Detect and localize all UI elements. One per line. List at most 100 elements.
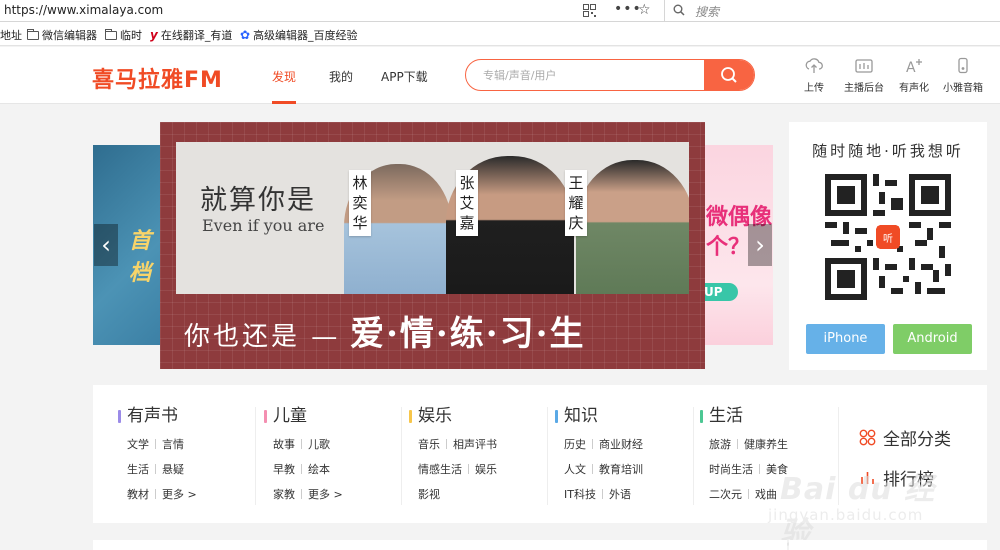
person-name-tag: 张艾嘉 — [456, 170, 478, 236]
bookmark-label: 微信编辑器 — [42, 29, 97, 42]
category-title-text: 娱乐 — [418, 406, 452, 426]
category-color-bar — [264, 410, 267, 423]
android-download-button[interactable]: Android — [893, 324, 972, 354]
subcategory-link[interactable]: 健康养生 — [744, 438, 788, 451]
subcategory-link[interactable]: 娱乐 — [475, 463, 497, 476]
subcategory-link[interactable]: 教材 — [127, 488, 149, 501]
anchor-dashboard-tool[interactable]: 主播后台 — [836, 57, 892, 94]
subcategory-link[interactable]: 儿歌 — [308, 438, 330, 451]
logo[interactable]: 喜马拉雅FM — [92, 62, 223, 94]
upload-tool[interactable]: 上传 — [786, 57, 842, 94]
subcategory-link[interactable]: 情感生活 — [418, 463, 462, 476]
category-row: 教材 更多 > — [118, 488, 263, 502]
column-divider — [693, 407, 694, 505]
ranking-link[interactable]: 排行榜 — [859, 465, 934, 490]
carousel-next-arrow[interactable]: › — [748, 224, 772, 266]
next-section-card — [789, 540, 987, 550]
browser-search-box[interactable]: 搜索 — [664, 0, 1000, 21]
category-title[interactable]: 知识 — [555, 405, 700, 427]
subcategory-link[interactable]: 音乐 — [418, 438, 440, 451]
side-link-label: 排行榜 — [883, 470, 934, 490]
all-categories-link[interactable]: 全部分类 — [859, 425, 951, 450]
category-entertainment: 娱乐 音乐 相声评书 情感生活 娱乐 影视 — [409, 405, 554, 502]
more-link[interactable]: 更多 > — [308, 488, 343, 501]
subcategory-link[interactable]: 美食 — [766, 463, 788, 476]
subcategory-link[interactable]: 影视 — [418, 488, 440, 501]
banner-photo: 就算你是 Even if you are 林奕华 张艾嘉 王耀庆 — [176, 142, 689, 294]
bookmark-item[interactable]: y 在线翻译_有道 — [150, 27, 232, 43]
bookmark-item[interactable]: ✿ 高级编辑器_百度经验 — [240, 27, 358, 43]
nav-app-download[interactable]: APP下载 — [381, 68, 428, 85]
subcategory-link[interactable]: 历史 — [564, 438, 586, 451]
subcategory-link[interactable]: IT科技 — [564, 488, 596, 501]
subcategory-link[interactable]: 言情 — [162, 438, 184, 451]
upload-cloud-icon — [805, 58, 823, 73]
category-title[interactable]: 儿童 — [264, 405, 409, 427]
category-row: 早教 绘本 — [264, 463, 409, 477]
category-row: 二次元 戏曲 — [700, 488, 845, 502]
subcategory-link[interactable]: 悬疑 — [162, 463, 184, 476]
text-to-audio-icon: A — [906, 59, 922, 75]
category-title[interactable]: 娱乐 — [409, 405, 554, 427]
column-divider — [255, 407, 256, 505]
category-row: 历史 商业财经 — [555, 438, 700, 452]
folder-icon — [105, 28, 117, 40]
category-title-text: 知识 — [564, 406, 598, 426]
subcategory-link[interactable]: 早教 — [273, 463, 295, 476]
subcategory-link[interactable]: 相声评书 — [453, 438, 497, 451]
category-title-text: 有声书 — [127, 406, 178, 426]
subcategory-link[interactable]: 家教 — [273, 488, 295, 501]
subcategory-link[interactable]: 生活 — [127, 463, 149, 476]
subcategory-link[interactable]: 戏曲 — [755, 488, 777, 501]
category-title[interactable]: 生活 — [700, 405, 845, 427]
bookmarks-bar: 地址 微信编辑器 临时 y 在线翻译_有道 ✿ 高级编辑器_百度经验 — [0, 22, 1000, 46]
android-label: Android — [907, 331, 958, 346]
bookmark-item[interactable]: 地址 — [0, 27, 22, 43]
bookmark-label: 地址 — [0, 29, 22, 42]
app-download-card: 随时随地·听我想听 听 iPhone Android — [789, 122, 987, 370]
subcategory-link[interactable]: 商业财经 — [599, 438, 643, 451]
ios-label: iPhone — [823, 331, 868, 346]
speaker-tool[interactable]: 小雅音箱 — [935, 57, 991, 94]
subcategory-link[interactable]: 教育培训 — [599, 463, 643, 476]
address-field[interactable]: https://www.ximalaya.com — [4, 3, 163, 17]
search-icon — [673, 4, 685, 16]
category-color-bar — [700, 410, 703, 423]
category-row: 生活 悬疑 — [118, 463, 263, 477]
banner-subline: Even if you are — [202, 216, 325, 235]
tool-label: 主播后台 — [844, 83, 884, 94]
active-nav-indicator — [272, 101, 296, 104]
subcategory-link[interactable]: 绘本 — [308, 463, 330, 476]
category-row: IT科技 外语 — [555, 488, 700, 502]
subcategory-link[interactable]: 旅游 — [709, 438, 731, 451]
column-divider — [401, 407, 402, 505]
subcategory-link[interactable]: 文学 — [127, 438, 149, 451]
rank-icon — [861, 472, 874, 484]
carousel-prev-arrow[interactable]: ‹ — [94, 224, 118, 266]
bookmark-star-icon[interactable]: ☆ — [638, 2, 651, 18]
category-kids: 儿童 故事 儿歌 早教 绘本 家教 更多 > — [264, 405, 409, 502]
subcategory-link[interactable]: 二次元 — [709, 488, 742, 501]
more-link[interactable]: 更多 > — [162, 488, 197, 501]
subcategory-link[interactable]: 外语 — [609, 488, 631, 501]
nav-mine[interactable]: 我的 — [329, 68, 353, 85]
search-icon — [721, 67, 737, 83]
nav-discover[interactable]: 发现 — [272, 68, 296, 85]
tool-label: 小雅音箱 — [943, 83, 983, 94]
site-search-input[interactable] — [466, 60, 706, 90]
subcategory-link[interactable]: 故事 — [273, 438, 295, 451]
banner-main-slide[interactable]: 就算你是 Even if you are 林奕华 张艾嘉 王耀庆 你也还是 — … — [160, 122, 705, 369]
bookmark-label: 高级编辑器_百度经验 — [253, 29, 358, 42]
category-knowledge: 知识 历史 商业财经 人文 教育培训 IT科技 外语 — [555, 405, 700, 502]
bookmark-item[interactable]: 临时 — [105, 27, 142, 43]
qr-code-icon[interactable] — [583, 4, 596, 17]
tool-label: 上传 — [804, 83, 824, 94]
browser-url-bar: https://www.ximalaya.com ••• ☆ 搜索 — [0, 0, 1000, 22]
iphone-download-button[interactable]: iPhone — [806, 324, 885, 354]
subcategory-link[interactable]: 时尚生活 — [709, 463, 753, 476]
category-title[interactable]: 有声书 — [118, 405, 263, 427]
audiobook-tool[interactable]: A 有声化 — [886, 57, 942, 94]
site-search-button[interactable] — [704, 60, 754, 90]
bookmark-item[interactable]: 微信编辑器 — [27, 27, 97, 43]
subcategory-link[interactable]: 人文 — [564, 463, 586, 476]
